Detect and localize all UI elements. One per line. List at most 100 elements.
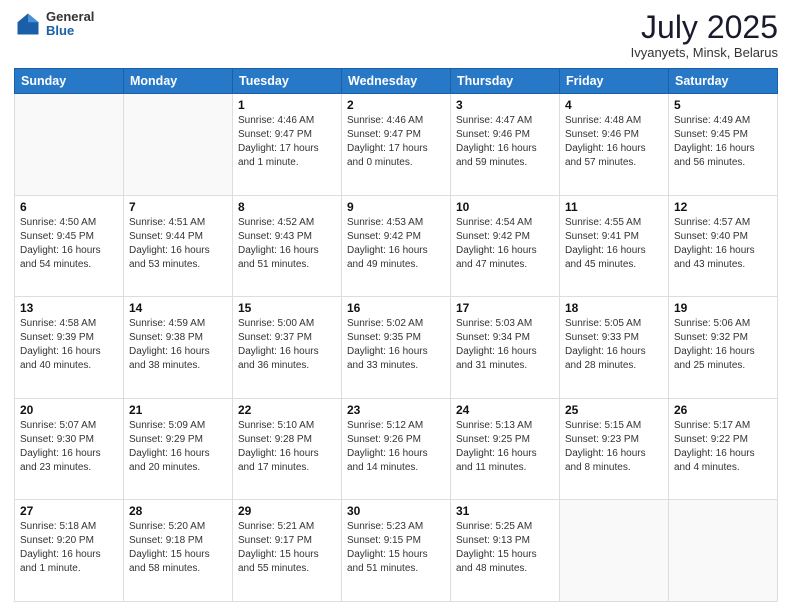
- day-number: 28: [129, 504, 227, 518]
- day-number: 19: [674, 301, 772, 315]
- day-number: 29: [238, 504, 336, 518]
- day-info: Sunrise: 5:17 AM Sunset: 9:22 PM Dayligh…: [674, 419, 772, 475]
- page: General Blue July 2025 Ivyanyets, Minsk,…: [0, 0, 792, 612]
- col-wednesday: Wednesday: [342, 69, 451, 94]
- day-number: 16: [347, 301, 445, 315]
- day-info: Sunrise: 5:06 AM Sunset: 9:32 PM Dayligh…: [674, 317, 772, 373]
- day-info: Sunrise: 5:07 AM Sunset: 9:30 PM Dayligh…: [20, 419, 118, 475]
- day-number: 13: [20, 301, 118, 315]
- table-cell: 8 Sunrise: 4:52 AM Sunset: 9:43 PM Daylig…: [233, 195, 342, 297]
- day-number: 10: [456, 200, 554, 214]
- header: General Blue July 2025 Ivyanyets, Minsk,…: [14, 10, 778, 60]
- day-info: Sunrise: 5:20 AM Sunset: 9:18 PM Dayligh…: [129, 520, 227, 576]
- day-info: Sunrise: 5:10 AM Sunset: 9:28 PM Dayligh…: [238, 419, 336, 475]
- table-cell: 28 Sunrise: 5:20 AM Sunset: 9:18 PM Dayli…: [124, 500, 233, 602]
- table-cell: 14Sunrise: 4:59 AM Sunset: 9:38 PM Dayli…: [124, 297, 233, 399]
- month-title: July 2025: [631, 10, 778, 45]
- table-cell: 9 Sunrise: 4:53 AM Sunset: 9:42 PM Daylig…: [342, 195, 451, 297]
- table-cell: 6Sunrise: 4:50 AM Sunset: 9:45 PM Daylig…: [15, 195, 124, 297]
- calendar-table: Sunday Monday Tuesday Wednesday Thursday…: [14, 68, 778, 602]
- table-cell: 22 Sunrise: 5:10 AM Sunset: 9:28 PM Dayli…: [233, 398, 342, 500]
- day-number: 25: [565, 403, 663, 417]
- week-row-2: 6Sunrise: 4:50 AM Sunset: 9:45 PM Daylig…: [15, 195, 778, 297]
- logo-text: General Blue: [46, 10, 94, 39]
- day-info: Sunrise: 4:47 AM Sunset: 9:46 PM Dayligh…: [456, 114, 554, 170]
- logo: General Blue: [14, 10, 94, 39]
- week-row-1: 1 Sunrise: 4:46 AM Sunset: 9:47 PM Daylig…: [15, 94, 778, 196]
- table-cell: 21Sunrise: 5:09 AM Sunset: 9:29 PM Dayli…: [124, 398, 233, 500]
- day-info: Sunrise: 4:58 AM Sunset: 9:39 PM Dayligh…: [20, 317, 118, 373]
- table-cell: 23 Sunrise: 5:12 AM Sunset: 9:26 PM Dayli…: [342, 398, 451, 500]
- day-number: 9: [347, 200, 445, 214]
- day-number: 3: [456, 98, 554, 112]
- day-info: Sunrise: 5:13 AM Sunset: 9:25 PM Dayligh…: [456, 419, 554, 475]
- table-cell: 26 Sunrise: 5:17 AM Sunset: 9:22 PM Dayli…: [669, 398, 778, 500]
- day-info: Sunrise: 4:55 AM Sunset: 9:41 PM Dayligh…: [565, 216, 663, 272]
- day-info: Sunrise: 5:25 AM Sunset: 9:13 PM Dayligh…: [456, 520, 554, 576]
- day-info: Sunrise: 4:53 AM Sunset: 9:42 PM Dayligh…: [347, 216, 445, 272]
- header-row: Sunday Monday Tuesday Wednesday Thursday…: [15, 69, 778, 94]
- day-info: Sunrise: 4:46 AM Sunset: 9:47 PM Dayligh…: [238, 114, 336, 170]
- table-cell: 31Sunrise: 5:25 AM Sunset: 9:13 PM Dayli…: [451, 500, 560, 602]
- col-sunday: Sunday: [15, 69, 124, 94]
- day-info: Sunrise: 5:18 AM Sunset: 9:20 PM Dayligh…: [20, 520, 118, 576]
- table-cell: 16 Sunrise: 5:02 AM Sunset: 9:35 PM Dayli…: [342, 297, 451, 399]
- day-info: Sunrise: 4:46 AM Sunset: 9:47 PM Dayligh…: [347, 114, 445, 170]
- day-number: 20: [20, 403, 118, 417]
- table-cell: 25 Sunrise: 5:15 AM Sunset: 9:23 PM Dayli…: [560, 398, 669, 500]
- col-thursday: Thursday: [451, 69, 560, 94]
- col-saturday: Saturday: [669, 69, 778, 94]
- table-cell: [560, 500, 669, 602]
- day-number: 7: [129, 200, 227, 214]
- table-cell: 10Sunrise: 4:54 AM Sunset: 9:42 PM Dayli…: [451, 195, 560, 297]
- table-cell: 29 Sunrise: 5:21 AM Sunset: 9:17 PM Dayli…: [233, 500, 342, 602]
- logo-general: General: [46, 10, 94, 24]
- logo-blue: Blue: [46, 24, 94, 38]
- table-cell: 27 Sunrise: 5:18 AM Sunset: 9:20 PM Dayli…: [15, 500, 124, 602]
- table-cell: 17 Sunrise: 5:03 AM Sunset: 9:34 PM Dayli…: [451, 297, 560, 399]
- table-cell: 19 Sunrise: 5:06 AM Sunset: 9:32 PM Dayli…: [669, 297, 778, 399]
- day-info: Sunrise: 5:00 AM Sunset: 9:37 PM Dayligh…: [238, 317, 336, 373]
- table-cell: 5 Sunrise: 4:49 AM Sunset: 9:45 PM Daylig…: [669, 94, 778, 196]
- day-number: 2: [347, 98, 445, 112]
- day-info: Sunrise: 5:03 AM Sunset: 9:34 PM Dayligh…: [456, 317, 554, 373]
- day-info: Sunrise: 4:59 AM Sunset: 9:38 PM Dayligh…: [129, 317, 227, 373]
- table-cell: 13 Sunrise: 4:58 AM Sunset: 9:39 PM Dayli…: [15, 297, 124, 399]
- day-number: 22: [238, 403, 336, 417]
- week-row-3: 13 Sunrise: 4:58 AM Sunset: 9:39 PM Dayli…: [15, 297, 778, 399]
- day-info: Sunrise: 5:02 AM Sunset: 9:35 PM Dayligh…: [347, 317, 445, 373]
- day-info: Sunrise: 5:12 AM Sunset: 9:26 PM Dayligh…: [347, 419, 445, 475]
- day-number: 5: [674, 98, 772, 112]
- location: Ivyanyets, Minsk, Belarus: [631, 45, 778, 60]
- day-number: 17: [456, 301, 554, 315]
- day-info: Sunrise: 4:57 AM Sunset: 9:40 PM Dayligh…: [674, 216, 772, 272]
- day-info: Sunrise: 5:21 AM Sunset: 9:17 PM Dayligh…: [238, 520, 336, 576]
- day-number: 15: [238, 301, 336, 315]
- day-number: 30: [347, 504, 445, 518]
- day-number: 27: [20, 504, 118, 518]
- col-friday: Friday: [560, 69, 669, 94]
- table-cell: 30Sunrise: 5:23 AM Sunset: 9:15 PM Dayli…: [342, 500, 451, 602]
- table-cell: 12Sunrise: 4:57 AM Sunset: 9:40 PM Dayli…: [669, 195, 778, 297]
- table-cell: 3 Sunrise: 4:47 AM Sunset: 9:46 PM Daylig…: [451, 94, 560, 196]
- day-number: 23: [347, 403, 445, 417]
- day-number: 1: [238, 98, 336, 112]
- logo-icon: [14, 10, 42, 38]
- day-info: Sunrise: 5:09 AM Sunset: 9:29 PM Dayligh…: [129, 419, 227, 475]
- day-number: 8: [238, 200, 336, 214]
- table-cell: 18Sunrise: 5:05 AM Sunset: 9:33 PM Dayli…: [560, 297, 669, 399]
- day-number: 26: [674, 403, 772, 417]
- day-info: Sunrise: 4:52 AM Sunset: 9:43 PM Dayligh…: [238, 216, 336, 272]
- week-row-4: 20 Sunrise: 5:07 AM Sunset: 9:30 PM Dayli…: [15, 398, 778, 500]
- table-cell: 1 Sunrise: 4:46 AM Sunset: 9:47 PM Daylig…: [233, 94, 342, 196]
- table-cell: 24Sunrise: 5:13 AM Sunset: 9:25 PM Dayli…: [451, 398, 560, 500]
- table-cell: 7 Sunrise: 4:51 AM Sunset: 9:44 PM Daylig…: [124, 195, 233, 297]
- day-number: 6: [20, 200, 118, 214]
- day-info: Sunrise: 5:15 AM Sunset: 9:23 PM Dayligh…: [565, 419, 663, 475]
- table-cell: 20 Sunrise: 5:07 AM Sunset: 9:30 PM Dayli…: [15, 398, 124, 500]
- day-number: 11: [565, 200, 663, 214]
- table-cell: [124, 94, 233, 196]
- day-info: Sunrise: 4:49 AM Sunset: 9:45 PM Dayligh…: [674, 114, 772, 170]
- day-info: Sunrise: 4:51 AM Sunset: 9:44 PM Dayligh…: [129, 216, 227, 272]
- col-monday: Monday: [124, 69, 233, 94]
